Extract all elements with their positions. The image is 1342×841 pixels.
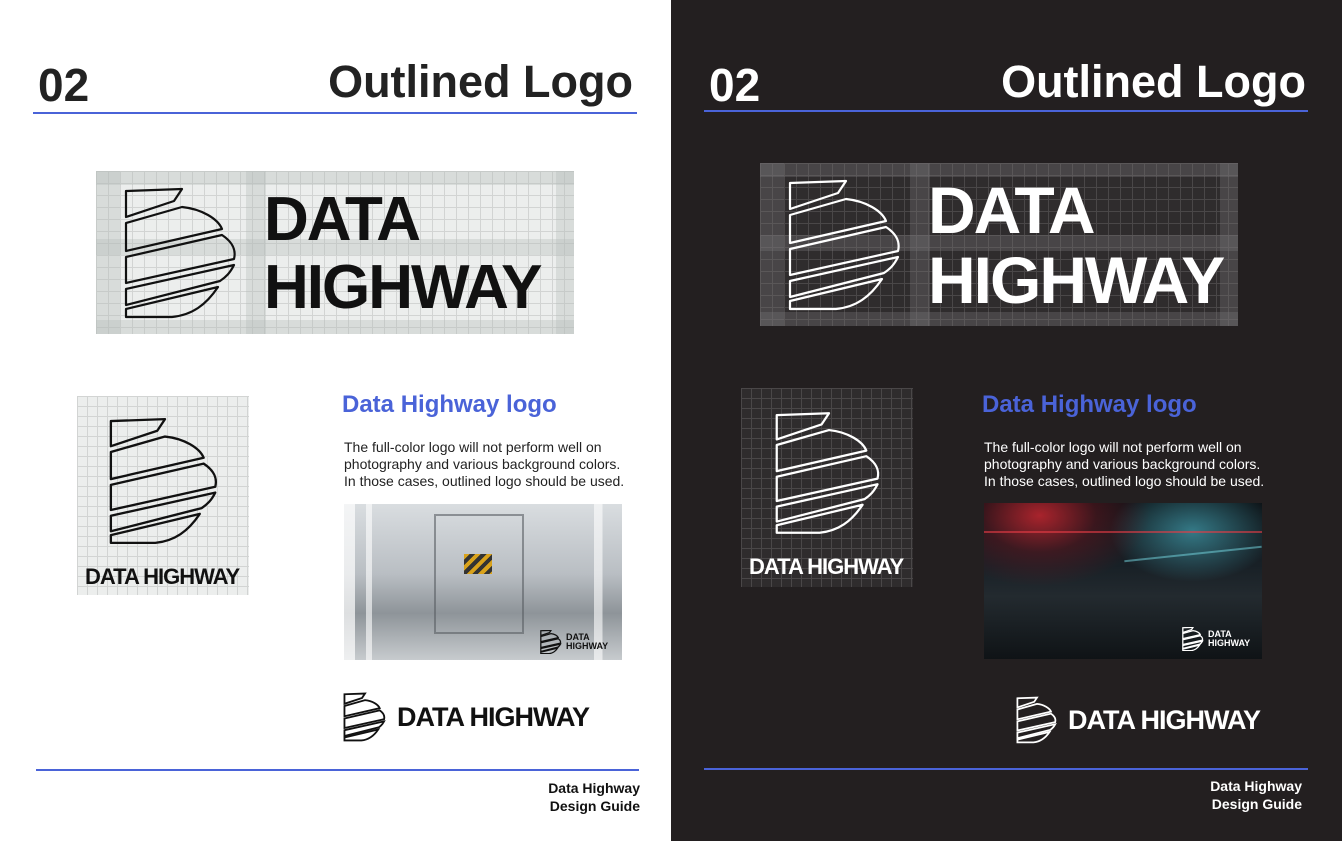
logo-word-data: DATA — [264, 185, 421, 254]
striped-b-mark-icon-stacked-dark — [775, 412, 880, 534]
header-rule-dark — [704, 110, 1308, 112]
logo-word-highway-dark: HIGHWAY — [928, 243, 1225, 317]
guide-title: Data Highway Design Guide — [548, 779, 640, 815]
guide-title-line1: Data Highway — [548, 780, 640, 796]
stacked-logo-text-dark: DATA HIGHWAY — [749, 554, 904, 579]
photo-logo: DATA HIGHWAY — [540, 630, 608, 654]
dark-panel: 02 Outlined Logo DATA HIGHWAY DATA HIGHW… — [671, 0, 1342, 841]
logo-grid-stacked: DATA HIGHWAY — [77, 396, 249, 595]
photo-logo-line2: HIGHWAY — [566, 641, 609, 651]
photo-logo-line2-dark: HIGHWAY — [1208, 638, 1251, 648]
photo-mark-icon-dark — [1182, 627, 1204, 651]
section-heading: Data Highway logo — [342, 391, 557, 418]
footer-logo-text: DATA HIGHWAY — [397, 701, 590, 732]
guide-title-line2-dark: Design Guide — [1211, 796, 1302, 812]
section-paragraph-dark: The full-color logo will not perform wel… — [984, 439, 1265, 489]
stacked-logo-text: DATA HIGHWAY — [85, 564, 240, 589]
guide-title-dark: Data Highway Design Guide — [1210, 777, 1302, 813]
logo-grid-horizontal: DATA HIGHWAY — [96, 171, 574, 334]
page-title-dark: Outlined Logo — [1001, 56, 1306, 107]
logo-grid-stacked-dark: DATA HIGHWAY — [741, 388, 913, 587]
example-photo-light: DATA HIGHWAY — [344, 504, 622, 660]
striped-b-mark-icon — [124, 187, 236, 319]
guide-title-line1-dark: Data Highway — [1210, 778, 1302, 794]
footer-mark-icon — [343, 692, 386, 742]
footer-rule — [36, 769, 639, 771]
footer-logo-light: DATA HIGHWAY — [343, 692, 590, 742]
logo-word-data-dark: DATA — [928, 173, 1096, 247]
footer-logo-text-dark: DATA HIGHWAY — [1068, 704, 1261, 735]
footer-mark-icon-dark — [1016, 696, 1057, 744]
footer-logo-dark: DATA HIGHWAY — [1016, 696, 1261, 744]
logo-word-highway: HIGHWAY — [264, 253, 543, 322]
page-number: 02 — [38, 59, 90, 111]
logo-grid-horizontal-dark: DATA HIGHWAY — [760, 163, 1238, 326]
photo-mark-icon — [540, 630, 562, 654]
guide-title-line2: Design Guide — [549, 798, 640, 814]
page-title: Outlined Logo — [328, 56, 633, 107]
section-heading-dark: Data Highway logo — [982, 391, 1197, 418]
example-photo-dark: DATA HIGHWAY — [984, 503, 1262, 659]
section-paragraph: The full-color logo will not perform wel… — [344, 439, 625, 489]
page-number-dark: 02 — [709, 59, 761, 111]
light-panel: 02 Outlined Logo DATA HIGHWAY DATA HIGHW… — [0, 0, 671, 841]
photo-logo-dark: DATA HIGHWAY — [1182, 627, 1250, 651]
striped-b-mark-icon-stacked — [109, 417, 218, 545]
header-rule — [33, 112, 637, 114]
striped-b-mark-icon-dark — [788, 179, 900, 311]
footer-rule-dark — [704, 768, 1308, 770]
